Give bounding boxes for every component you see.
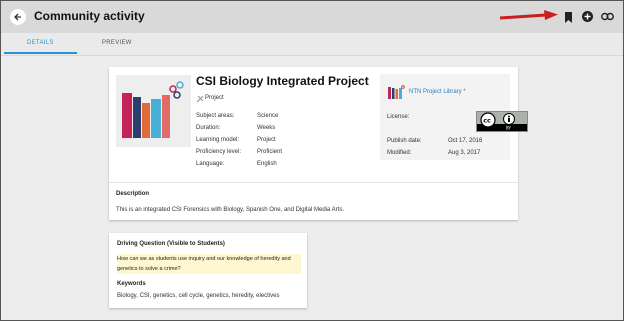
field-label: Language: xyxy=(196,161,225,167)
library-info-box: NTN Project Library * License: cc BY Pub… xyxy=(380,74,528,160)
field-value: Weeks xyxy=(257,125,276,131)
driving-question-line: genetics to solve a crime? xyxy=(117,266,181,272)
project-type-icon xyxy=(196,95,204,103)
field-value: English xyxy=(257,161,277,167)
publish-date: Oct 17, 2016 xyxy=(448,138,483,144)
description-text: This is an integrated CSI Forensics with… xyxy=(116,207,344,213)
driving-question-line: How can we as students use inquiry and o… xyxy=(117,256,291,262)
cc-by-icon: cc BY xyxy=(477,112,527,131)
back-button[interactable] xyxy=(10,9,26,25)
field-label: Subject areas: xyxy=(196,113,235,119)
modified-date: Aug 3, 2017 xyxy=(448,150,481,156)
project-card: CSI Biology Integrated Project Project S… xyxy=(109,67,528,220)
driving-question-heading: Driving Question (Visible to Students) xyxy=(117,241,225,247)
project-title: CSI Biology Integrated Project xyxy=(196,74,369,88)
tab-selected-indicator xyxy=(4,52,77,54)
arrow-back-icon xyxy=(14,13,21,21)
keywords-heading: Keywords xyxy=(117,281,146,287)
publish-date-label: Publish date: xyxy=(387,138,422,144)
description-heading: Description xyxy=(116,191,150,197)
driving-question-text: How can we as students use inquiry and o… xyxy=(117,254,301,274)
project-type: Project xyxy=(205,95,224,101)
driving-question-card: Driving Question (Visible to Students) H… xyxy=(109,233,307,308)
license-label: License: xyxy=(387,114,410,120)
cc-by-license-badge[interactable]: cc BY xyxy=(476,111,528,132)
divider xyxy=(109,182,518,183)
modified-label: Modified: xyxy=(387,150,412,156)
annotation-arrow xyxy=(499,10,558,20)
bookmark-icon[interactable] xyxy=(564,12,573,23)
tab-preview[interactable]: PREVIEW xyxy=(102,40,132,46)
tab-details[interactable]: DETAILS xyxy=(27,40,54,46)
field-value: Proficient xyxy=(257,149,283,155)
add-circle-icon[interactable] xyxy=(582,11,593,22)
page-title: Community activity xyxy=(34,9,145,23)
field-label: Duration: xyxy=(196,125,221,131)
project-thumbnail xyxy=(116,75,191,147)
link-icon[interactable] xyxy=(601,12,614,21)
window: Community activity Bookmark DETAILS PREV… xyxy=(0,0,624,321)
field-value: Science xyxy=(257,113,279,119)
field-label: Proficiency level: xyxy=(196,149,242,155)
keywords-text: Biology, CSI, genetics, cell cycle, gene… xyxy=(117,293,280,299)
field-label: Learning model: xyxy=(196,137,240,143)
library-link[interactable]: NTN Project Library * xyxy=(409,89,466,95)
svg-text:BY: BY xyxy=(506,126,512,131)
svg-text:cc: cc xyxy=(483,117,491,125)
library-logo-icon xyxy=(388,85,405,99)
books-icon xyxy=(122,81,184,138)
field-value: Project xyxy=(257,137,276,143)
tab-bar: DETAILS PREVIEW xyxy=(1,33,623,56)
app-bar: Community activity xyxy=(1,1,623,33)
